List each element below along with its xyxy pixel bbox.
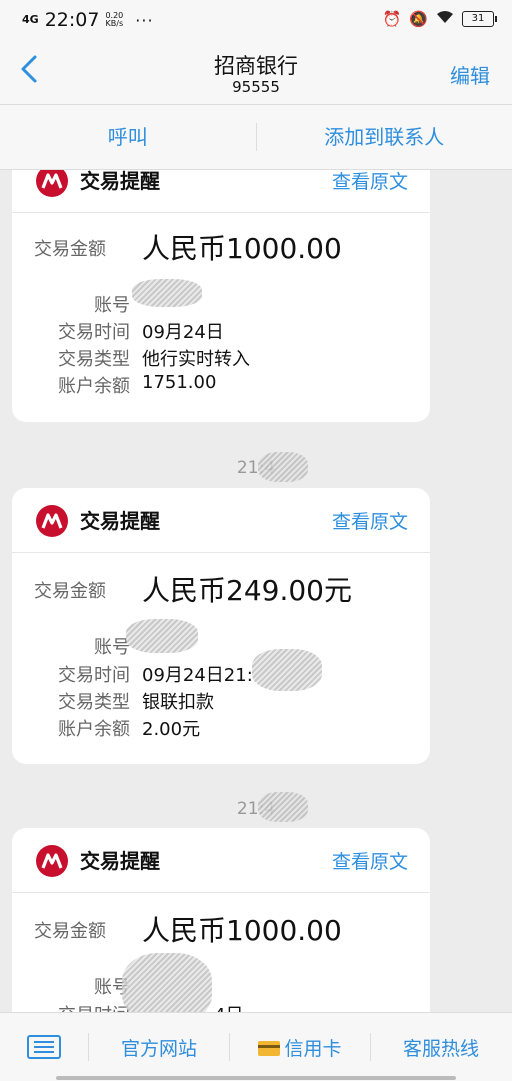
type-label: 交易类型 xyxy=(34,688,130,714)
account-label: 账号 xyxy=(34,973,130,999)
add-contact-button[interactable]: 添加到联系人 xyxy=(257,105,512,169)
mute-icon: 🔕 xyxy=(409,10,428,28)
contact-actions: 呼叫 添加到联系人 xyxy=(0,105,512,170)
balance-label: 账户余额 xyxy=(34,715,130,741)
message-card-3[interactable]: 交易提醒 查看原文 交易金额 人民币1000.00 账号 交易时间 4日 xyxy=(12,828,430,1012)
navigation-bar: 招商银行 95555 编辑 xyxy=(0,40,512,105)
time-value: 09月24日21: xyxy=(142,661,253,687)
amount-label: 交易金额 xyxy=(34,235,106,261)
redacted-time xyxy=(252,649,322,691)
more-notifications-icon: ··· xyxy=(135,11,153,30)
amount-label: 交易金额 xyxy=(34,917,106,943)
home-indicator xyxy=(56,1076,456,1080)
message-timestamp: 21:4 xyxy=(0,799,512,819)
network-type: 4G xyxy=(22,13,39,26)
redacted-account xyxy=(132,279,202,307)
card-header: 交易提醒 查看原文 xyxy=(12,170,430,213)
card-title: 交易提醒 xyxy=(80,845,160,874)
amount-value: 人民币1000.00 xyxy=(142,227,342,267)
credit-card-label: 信用卡 xyxy=(284,1038,341,1060)
message-timestamp: 21:4 xyxy=(0,458,512,478)
view-original-link[interactable]: 查看原文 xyxy=(332,507,408,534)
type-value: 银联扣款 xyxy=(142,688,214,714)
card-header: 交易提醒 查看原文 xyxy=(12,828,430,893)
amount-value: 人民币1000.00 xyxy=(142,909,342,949)
keyboard-icon xyxy=(27,1035,61,1059)
cmb-logo-icon xyxy=(36,170,68,197)
redacted-timestamp xyxy=(258,792,308,822)
network-speed: 0.20 KB/s xyxy=(105,12,123,28)
message-list[interactable]: 交易提醒 查看原文 交易金额 人民币1000.00 账号 交易时间 09月24日… xyxy=(0,170,512,1012)
account-label: 账号 xyxy=(34,633,130,659)
time-label: 交易时间 xyxy=(34,1001,130,1012)
battery-level: 31 xyxy=(472,13,485,24)
message-card-2[interactable]: 交易提醒 查看原文 交易金额 人民币249.00元 账号 交易时间 09月24日… xyxy=(12,488,430,764)
balance-value: 2.00元 xyxy=(142,715,200,741)
view-original-link[interactable]: 查看原文 xyxy=(332,847,408,874)
message-card-1[interactable]: 交易提醒 查看原文 交易金额 人民币1000.00 账号 交易时间 09月24日… xyxy=(12,170,430,422)
official-website-button[interactable]: 官方网站 xyxy=(89,1034,229,1061)
card-title: 交易提醒 xyxy=(80,170,160,194)
time-label: 交易时间 xyxy=(34,661,130,687)
wifi-icon xyxy=(436,10,454,28)
contact-number: 95555 xyxy=(0,78,512,96)
cmb-logo-icon xyxy=(36,845,68,877)
official-website-label: 官方网站 xyxy=(121,1038,197,1060)
type-label: 交易类型 xyxy=(34,345,130,371)
alarm-icon: ⏰ xyxy=(383,10,402,28)
speed-unit: KB/s xyxy=(106,19,124,28)
credit-card-button[interactable]: 信用卡 xyxy=(230,1034,370,1061)
redacted-account xyxy=(126,619,198,653)
customer-hotline-button[interactable]: 客服热线 xyxy=(371,1034,511,1061)
contact-name: 招商银行 xyxy=(0,50,512,80)
view-original-link[interactable]: 查看原文 xyxy=(332,170,408,194)
redacted-timestamp xyxy=(258,452,308,482)
cmb-logo-icon xyxy=(36,505,68,537)
bottom-menu: 官方网站 信用卡 客服热线 xyxy=(0,1012,512,1081)
credit-card-icon xyxy=(258,1041,280,1056)
time-label: 交易时间 xyxy=(34,318,130,344)
redacted-account xyxy=(122,953,212,1012)
status-time: 22:07 xyxy=(45,9,100,31)
card-header: 交易提醒 查看原文 xyxy=(12,488,430,553)
status-bar: 4G 22:07 0.20 KB/s ··· ⏰ 🔕 31 xyxy=(0,0,512,40)
card-title: 交易提醒 xyxy=(80,505,160,534)
battery-icon: 31 xyxy=(462,11,494,27)
amount-value: 人民币249.00元 xyxy=(142,569,352,609)
edit-button[interactable]: 编辑 xyxy=(450,60,490,89)
time-value: 09月24日 xyxy=(142,318,224,344)
call-button[interactable]: 呼叫 xyxy=(0,105,256,169)
account-label: 账号 xyxy=(34,291,130,317)
customer-hotline-label: 客服热线 xyxy=(403,1038,479,1060)
balance-label: 账户余额 xyxy=(34,372,130,398)
balance-value: 1751.00 xyxy=(142,372,216,393)
amount-label: 交易金额 xyxy=(34,577,106,603)
time-value: 4日 xyxy=(214,1001,243,1012)
type-value: 他行实时转入 xyxy=(142,345,250,371)
signal-icon: 4G xyxy=(22,15,39,25)
keyboard-button[interactable] xyxy=(0,1035,88,1059)
